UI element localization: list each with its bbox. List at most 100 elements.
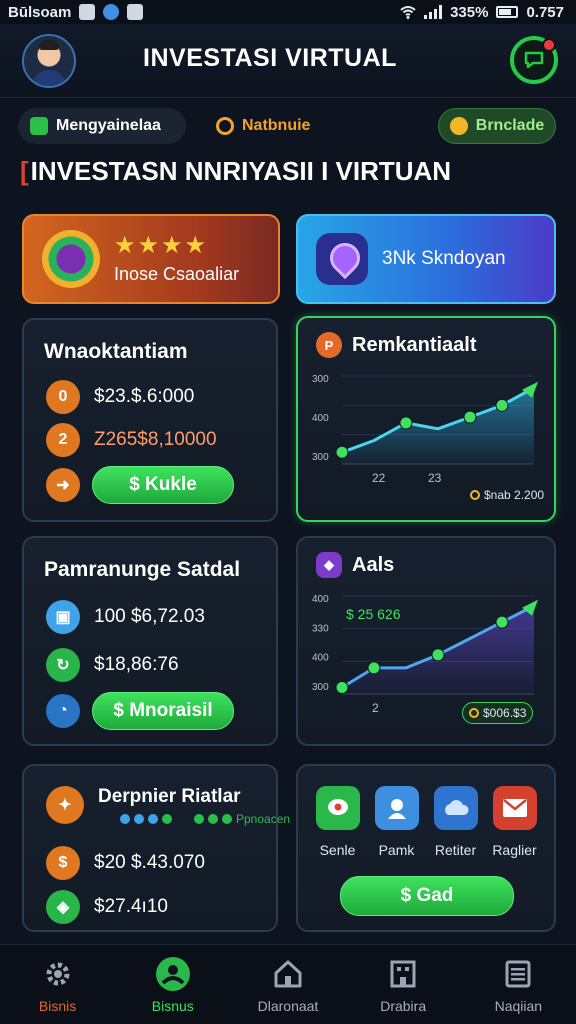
chart-title: Aals [352, 553, 395, 576]
section-bracket: [ [20, 156, 29, 186]
chat-bubble-icon [524, 51, 544, 69]
list-item: 2 Z265$8,10000 [46, 423, 217, 457]
status-right: 335% 0.757 [400, 4, 564, 21]
chart-header: P Remkantiaalt [316, 332, 477, 358]
app-label: Senle [319, 842, 356, 858]
messages-button[interactable] [510, 36, 558, 84]
image-icon [79, 4, 96, 20]
feature-card-rating[interactable]: ★★★★ Inose Csaoaliar [22, 214, 280, 304]
data-point [495, 398, 509, 412]
wallet-icon [30, 117, 48, 135]
envelope-icon [492, 786, 537, 830]
chart-annotation: $ 25 626 [346, 606, 401, 622]
row-value: $23.$.6:000 [94, 386, 195, 407]
data-point [399, 416, 413, 430]
y-tick-label: 300 [312, 452, 329, 463]
section-title: [ INVESTASN NNRIYASII I VIRTUAN [20, 156, 560, 187]
status-left: Būlsoam [8, 3, 144, 21]
y-tick-label: 400 [312, 653, 329, 664]
x-tick-label: 22 [372, 471, 386, 485]
nav-item-bisnus[interactable]: Bisnus [123, 956, 223, 1014]
trophy-icon: ✦ [46, 786, 84, 824]
globe-icon [103, 4, 120, 20]
chart-badge: $nab 2.200 [464, 484, 550, 506]
app-shortcuts: Senle Pamk Retiter Raglier [298, 786, 554, 858]
list-item: ↻ $18,86:76 [46, 648, 179, 682]
nav-label: Bisnus [151, 997, 194, 1014]
data-point [463, 410, 477, 424]
menu-icon [500, 956, 536, 992]
notification-dot [542, 38, 556, 52]
row-value: $20 $.43.070 [94, 852, 205, 873]
chip-wallet[interactable]: Mengyainelaa [18, 108, 186, 144]
nav-item-bisnis[interactable]: Bisnis [8, 956, 108, 1014]
chip-coin[interactable]: Brnclade [438, 108, 556, 144]
feature-label: Inose Csaoaliar [114, 263, 240, 284]
battery-icon [496, 6, 519, 18]
chart-card-1[interactable]: P Remkantiaalt 300 400 300 22 23 $nab 2.200 [296, 316, 556, 522]
app-shortcut[interactable]: Retiter [427, 786, 485, 858]
chip-clock[interactable]: Natbnuie [204, 108, 334, 144]
series-area [342, 387, 534, 464]
chat-icon [315, 786, 360, 830]
arrow-icon: ➜ [46, 468, 80, 502]
app-shortcut[interactable]: Senle [309, 786, 367, 858]
row-icon: 2 [46, 423, 80, 457]
signal-icon [424, 5, 443, 19]
feature-card-location[interactable]: 3Nk Skndoyan [296, 214, 556, 304]
line-chart-1: 300 400 300 22 23 [312, 374, 538, 485]
portfolio-card: Pamranunge Satdal ▣ 100 $6,72.03 ↻ $18,8… [22, 536, 278, 746]
cloud-icon [433, 786, 478, 830]
feature-text: ★★★★ Inose Csaoaliar [114, 233, 240, 285]
app-label: Retiter [434, 842, 477, 858]
user-avatar-icon[interactable] [22, 34, 76, 88]
wifi-icon [400, 6, 416, 19]
nav-label: Dlaronaat [257, 997, 319, 1014]
wallet-card: Wnaoktantiam 0 $23.$.6:000 2 Z265$8,1000… [22, 318, 278, 522]
calendar-icon: ▣ [46, 600, 80, 634]
carrier-label: Būlsoam [8, 3, 72, 21]
chart-icon: P [316, 332, 342, 358]
dots-label: Ppnoacen [236, 812, 291, 826]
location-pin-icon [316, 233, 368, 285]
x-tick-label: 23 [428, 471, 442, 485]
chip-label: Brnclade [475, 117, 545, 134]
data-point [367, 661, 381, 675]
rewards-card: ✦ Derpnier Riatlar Ppnoacen $ $20 $.43.0… [22, 764, 290, 932]
apps-card: Senle Pamk Retiter Raglier $ Gad [296, 764, 556, 932]
y-tick-label: 400 [312, 594, 329, 605]
row-value: Z265$8,10000 [94, 429, 217, 450]
chip-label: Natbnuie [242, 117, 311, 134]
chart-card-2[interactable]: ◆ Aals 400 330 400 300 2 $ 25 626 $006.$3 [296, 536, 556, 746]
line-chart-2: 400 330 400 300 2 [312, 594, 538, 715]
row-value: 100 $6,72.03 [94, 606, 205, 627]
nav-item-dlaronaat[interactable]: Dlaronaat [238, 956, 338, 1014]
row-value: $18,86:76 [94, 654, 179, 675]
timer-icon: ◔ [46, 694, 80, 728]
card-title: Derpnier Riatlar [98, 786, 241, 807]
app-header: INVESTASI VIRTUAL [0, 24, 576, 98]
nav-item-naqiian[interactable]: Naqiian [468, 956, 568, 1014]
bag-icon [127, 4, 144, 20]
portfolio-action-button[interactable]: $ Mnoraisil [92, 692, 234, 730]
app-label: Raglier [492, 842, 537, 858]
app-shortcut[interactable]: Raglier [486, 786, 544, 858]
app-title: INVESTASI VIRTUAL [143, 44, 397, 72]
card-title: Pamranunge Satdal [44, 558, 241, 581]
chart-badge-label: $006.$3 [483, 706, 527, 720]
list-item: ➜ [46, 468, 80, 502]
coin-icon [469, 708, 479, 718]
wallet-action-button[interactable]: $ Kukle [92, 466, 234, 504]
x-tick-label: 2 [372, 701, 379, 715]
app-shortcut[interactable]: Pamk [368, 786, 426, 858]
gear-icon [40, 956, 76, 992]
nav-label: Bisnis [38, 997, 77, 1014]
clock-icon [216, 117, 234, 135]
list-item: ◔ [46, 694, 80, 728]
feature-text: 3Nk Skndoyan [382, 248, 506, 270]
nav-item-drabira[interactable]: Drabira [353, 956, 453, 1014]
chart-badge-label: $nab 2.200 [484, 488, 545, 502]
apps-action-button[interactable]: $ Gad [340, 876, 514, 916]
home-icon [270, 956, 306, 992]
data-point [335, 445, 349, 459]
